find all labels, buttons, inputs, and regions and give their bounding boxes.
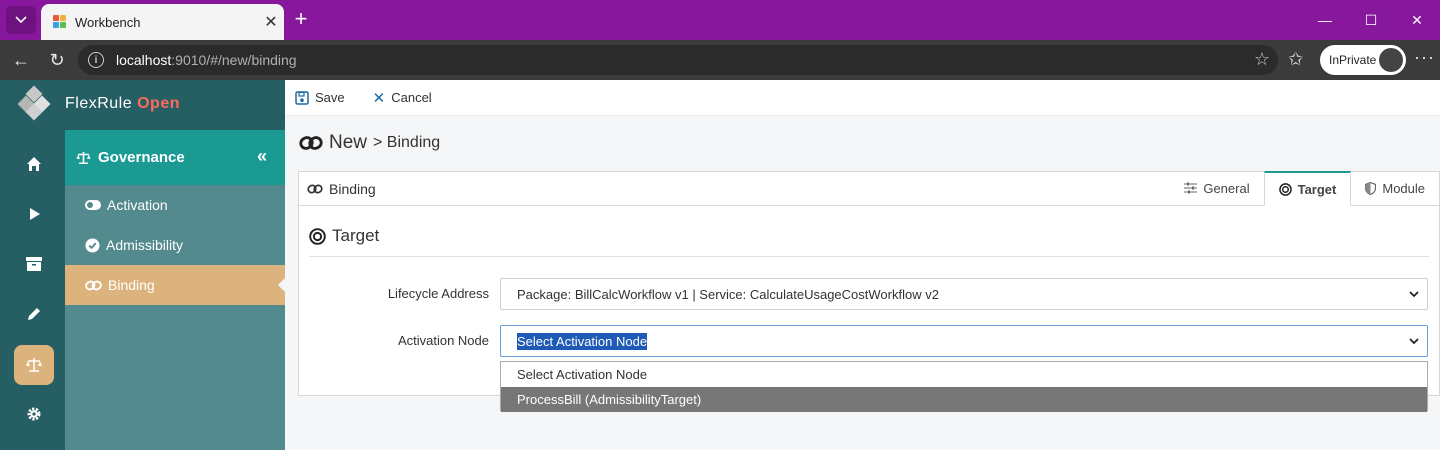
close-tab-icon[interactable]: ✕ [258,12,284,32]
tab-title: Workbench [75,14,141,30]
rail-item-run[interactable] [14,194,54,234]
workbench-favicon [53,15,67,29]
subnav-item-activation[interactable]: Activation [65,185,285,225]
url-path: :9010/#/new/binding [171,52,297,68]
icon-rail [0,80,65,450]
back-icon[interactable]: ← [8,48,34,72]
subnav-item-admissibility[interactable]: Admissibility [65,225,285,265]
chevron-down-icon [1409,291,1419,298]
activation-node-row: Activation Node Select Activation Node [299,325,1440,357]
home-icon [27,157,41,171]
cancel-button[interactable]: ✕ Cancel [373,89,432,107]
link-icon [307,183,323,195]
tab-module[interactable]: Module [1351,171,1439,205]
subnav-item-label: Binding [108,277,155,293]
link-icon [85,279,102,292]
activation-node-value: Select Activation Node [517,332,648,350]
more-options-icon[interactable]: ··· [1414,47,1435,68]
window-controls: — ☐ ✕ [1302,0,1440,40]
inprivate-badge[interactable]: InPrivate [1320,45,1406,75]
toggle-icon [85,200,101,210]
dropdown-option-highlighted[interactable]: ProcessBill (AdmissibilityTarget) [501,387,1427,412]
rail-item-governance[interactable] [14,345,54,385]
close-icon: ✕ [372,89,386,107]
rail-item-home[interactable] [14,144,54,184]
tab-actions-button[interactable] [6,6,36,34]
site-info-icon[interactable]: i [88,52,104,68]
save-label: Save [315,90,345,105]
breadcrumb: > Binding [373,134,441,151]
address-bar: ← ↻ i localhost:9010/#/new/binding ☆ [0,40,1440,80]
activation-node-label: Activation Node [397,333,489,348]
check-circle-icon [85,237,100,253]
scale-icon [75,151,92,165]
collapse-sidebar-icon[interactable]: « [257,146,267,167]
profile-avatar [1379,48,1403,72]
archive-icon [26,257,42,271]
favorites-icon[interactable]: ✩ [1288,49,1303,70]
card-header: Binding General Target Module [299,171,1439,206]
scale-icon [26,358,42,372]
gear-icon [27,407,41,421]
shield-icon [1365,181,1377,195]
minimize-icon[interactable]: — [1302,0,1348,40]
new-tab-icon[interactable]: + [290,8,312,32]
card-tabs: General Target Module [1170,171,1439,206]
toolbar: Save ✕ Cancel [285,80,1440,116]
section-title: Target [309,226,379,246]
card-title: Binding [329,180,376,197]
save-button[interactable]: Save [295,90,345,105]
url-host: localhost [116,52,172,68]
chevron-down-icon [15,16,27,24]
tab-target[interactable]: Target [1263,171,1352,206]
lifecycle-address-label: Lifecycle Address [387,286,489,301]
refresh-icon[interactable]: ↻ [44,48,70,72]
subnav-item-label: Activation [107,197,168,213]
brand-name: FlexRule Open [65,95,180,112]
pencil-icon [28,308,40,320]
lifecycle-address-select[interactable]: Package: BillCalcWorkflow v1 | Service: … [500,278,1428,310]
link-icon [299,134,323,152]
rail-item-settings[interactable] [14,394,54,434]
close-window-icon[interactable]: ✕ [1394,0,1440,40]
lifecycle-address-value: Package: BillCalcWorkflow v1 | Service: … [517,286,939,302]
tab-general[interactable]: General [1170,171,1263,205]
floppy-disk-icon [295,90,309,105]
section-divider [309,256,1429,257]
rail-item-edit[interactable] [14,294,54,334]
url-input[interactable]: i localhost:9010/#/new/binding ☆ [78,45,1278,75]
cancel-label: Cancel [391,90,432,105]
page-title: New > Binding [299,132,440,154]
rail-item-archive[interactable] [14,244,54,284]
brand-suffix: Open [137,95,180,112]
subnav-item-label: Admissibility [106,237,184,253]
target-icon [1278,182,1292,196]
subnav-header: Governance « [65,130,285,185]
inprivate-label: InPrivate [1329,53,1377,67]
governance-subnav: Governance « Activation Admissibility Bi… [65,130,285,450]
subnav-item-binding[interactable]: Binding [65,265,285,305]
browser-tab[interactable]: Workbench ✕ [41,4,284,40]
subnav-title: Governance [98,149,185,166]
activation-node-dropdown: Select Activation Node ProcessBill (Admi… [500,361,1428,412]
activation-node-select[interactable]: Select Activation Node [500,325,1428,357]
chevron-down-icon [1409,338,1419,345]
brand-header: FlexRule Open [0,80,285,130]
star-icon[interactable]: ☆ [1254,49,1270,70]
maximize-icon[interactable]: ☐ [1348,0,1394,40]
lifecycle-address-row: Lifecycle Address Package: BillCalcWorkf… [299,278,1440,310]
play-icon [30,208,40,220]
browser-tab-strip: Workbench ✕ + — ☐ ✕ [0,0,1440,40]
sliders-icon [1184,182,1198,194]
target-icon [309,227,326,245]
dropdown-option[interactable]: Select Activation Node [501,362,1427,387]
flexrule-logo-icon [17,85,51,121]
page-title-text: New [329,132,368,153]
